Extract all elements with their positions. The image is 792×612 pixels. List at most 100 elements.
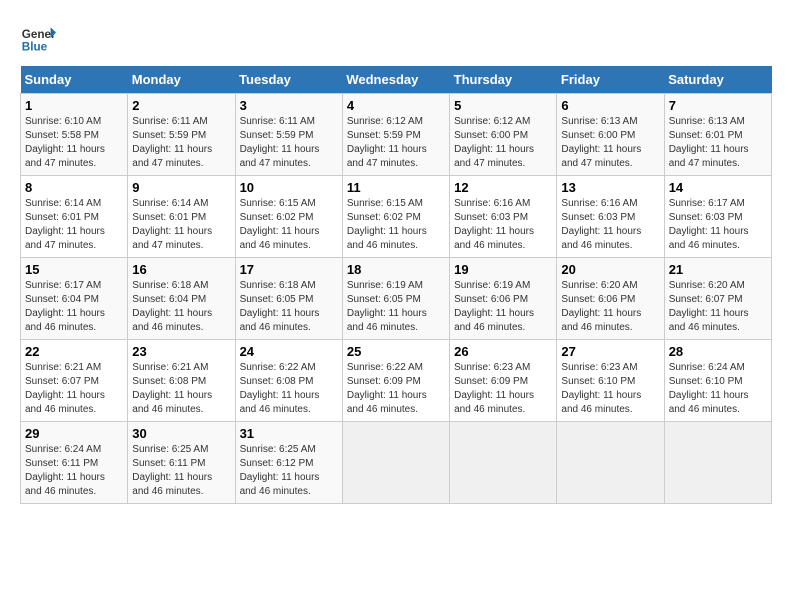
calendar-week-5: 29 Sunrise: 6:24 AMSunset: 6:11 PMDaylig… — [21, 422, 772, 504]
day-number: 24 — [240, 344, 338, 359]
calendar-cell: 11 Sunrise: 6:15 AMSunset: 6:02 PMDaylig… — [342, 176, 449, 258]
header-day-monday: Monday — [128, 66, 235, 94]
calendar-cell — [342, 422, 449, 504]
day-number: 7 — [669, 98, 767, 113]
day-info: Sunrise: 6:22 AMSunset: 6:09 PMDaylight:… — [347, 362, 427, 415]
calendar-cell: 24 Sunrise: 6:22 AMSunset: 6:08 PMDaylig… — [235, 340, 342, 422]
calendar-cell: 8 Sunrise: 6:14 AMSunset: 6:01 PMDayligh… — [21, 176, 128, 258]
day-number: 1 — [25, 98, 123, 113]
calendar-cell: 2 Sunrise: 6:11 AMSunset: 5:59 PMDayligh… — [128, 94, 235, 176]
day-info: Sunrise: 6:15 AMSunset: 6:02 PMDaylight:… — [240, 198, 320, 251]
day-number: 22 — [25, 344, 123, 359]
calendar-cell: 30 Sunrise: 6:25 AMSunset: 6:11 PMDaylig… — [128, 422, 235, 504]
calendar-cell — [450, 422, 557, 504]
day-info: Sunrise: 6:12 AMSunset: 6:00 PMDaylight:… — [454, 116, 534, 169]
day-number: 12 — [454, 180, 552, 195]
calendar-cell: 25 Sunrise: 6:22 AMSunset: 6:09 PMDaylig… — [342, 340, 449, 422]
calendar-cell — [557, 422, 664, 504]
calendar-cell: 26 Sunrise: 6:23 AMSunset: 6:09 PMDaylig… — [450, 340, 557, 422]
calendar-cell: 21 Sunrise: 6:20 AMSunset: 6:07 PMDaylig… — [664, 258, 771, 340]
day-number: 15 — [25, 262, 123, 277]
day-info: Sunrise: 6:10 AMSunset: 5:58 PMDaylight:… — [25, 116, 105, 169]
day-number: 14 — [669, 180, 767, 195]
day-info: Sunrise: 6:21 AMSunset: 6:07 PMDaylight:… — [25, 362, 105, 415]
day-number: 28 — [669, 344, 767, 359]
calendar-cell: 1 Sunrise: 6:10 AMSunset: 5:58 PMDayligh… — [21, 94, 128, 176]
day-info: Sunrise: 6:18 AMSunset: 6:05 PMDaylight:… — [240, 280, 320, 333]
day-info: Sunrise: 6:20 AMSunset: 6:07 PMDaylight:… — [669, 280, 749, 333]
day-number: 30 — [132, 426, 230, 441]
day-info: Sunrise: 6:22 AMSunset: 6:08 PMDaylight:… — [240, 362, 320, 415]
day-number: 3 — [240, 98, 338, 113]
calendar-cell: 4 Sunrise: 6:12 AMSunset: 5:59 PMDayligh… — [342, 94, 449, 176]
day-number: 26 — [454, 344, 552, 359]
calendar-cell: 27 Sunrise: 6:23 AMSunset: 6:10 PMDaylig… — [557, 340, 664, 422]
header-day-tuesday: Tuesday — [235, 66, 342, 94]
day-info: Sunrise: 6:18 AMSunset: 6:04 PMDaylight:… — [132, 280, 212, 333]
header-day-thursday: Thursday — [450, 66, 557, 94]
calendar-cell: 29 Sunrise: 6:24 AMSunset: 6:11 PMDaylig… — [21, 422, 128, 504]
day-number: 19 — [454, 262, 552, 277]
calendar-cell: 6 Sunrise: 6:13 AMSunset: 6:00 PMDayligh… — [557, 94, 664, 176]
calendar-cell: 13 Sunrise: 6:16 AMSunset: 6:03 PMDaylig… — [557, 176, 664, 258]
day-number: 8 — [25, 180, 123, 195]
day-number: 4 — [347, 98, 445, 113]
header-day-friday: Friday — [557, 66, 664, 94]
calendar-cell — [664, 422, 771, 504]
calendar-table: SundayMondayTuesdayWednesdayThursdayFrid… — [20, 66, 772, 504]
day-info: Sunrise: 6:15 AMSunset: 6:02 PMDaylight:… — [347, 198, 427, 251]
svg-text:Blue: Blue — [22, 41, 48, 54]
day-number: 10 — [240, 180, 338, 195]
day-info: Sunrise: 6:13 AMSunset: 6:00 PMDaylight:… — [561, 116, 641, 169]
calendar-week-2: 8 Sunrise: 6:14 AMSunset: 6:01 PMDayligh… — [21, 176, 772, 258]
calendar-cell: 22 Sunrise: 6:21 AMSunset: 6:07 PMDaylig… — [21, 340, 128, 422]
calendar-cell: 16 Sunrise: 6:18 AMSunset: 6:04 PMDaylig… — [128, 258, 235, 340]
calendar-cell: 19 Sunrise: 6:19 AMSunset: 6:06 PMDaylig… — [450, 258, 557, 340]
header-day-saturday: Saturday — [664, 66, 771, 94]
day-info: Sunrise: 6:23 AMSunset: 6:10 PMDaylight:… — [561, 362, 641, 415]
day-info: Sunrise: 6:16 AMSunset: 6:03 PMDaylight:… — [454, 198, 534, 251]
day-number: 13 — [561, 180, 659, 195]
calendar-cell: 14 Sunrise: 6:17 AMSunset: 6:03 PMDaylig… — [664, 176, 771, 258]
day-number: 20 — [561, 262, 659, 277]
calendar-cell: 15 Sunrise: 6:17 AMSunset: 6:04 PMDaylig… — [21, 258, 128, 340]
day-info: Sunrise: 6:23 AMSunset: 6:09 PMDaylight:… — [454, 362, 534, 415]
day-info: Sunrise: 6:16 AMSunset: 6:03 PMDaylight:… — [561, 198, 641, 251]
day-number: 6 — [561, 98, 659, 113]
day-number: 11 — [347, 180, 445, 195]
calendar-cell: 31 Sunrise: 6:25 AMSunset: 6:12 PMDaylig… — [235, 422, 342, 504]
day-info: Sunrise: 6:24 AMSunset: 6:11 PMDaylight:… — [25, 444, 105, 497]
day-info: Sunrise: 6:11 AMSunset: 5:59 PMDaylight:… — [240, 116, 320, 169]
day-number: 21 — [669, 262, 767, 277]
day-number: 29 — [25, 426, 123, 441]
page-header: General Blue — [20, 20, 772, 56]
day-info: Sunrise: 6:14 AMSunset: 6:01 PMDaylight:… — [132, 198, 212, 251]
calendar-cell: 9 Sunrise: 6:14 AMSunset: 6:01 PMDayligh… — [128, 176, 235, 258]
calendar-week-1: 1 Sunrise: 6:10 AMSunset: 5:58 PMDayligh… — [21, 94, 772, 176]
calendar-header: SundayMondayTuesdayWednesdayThursdayFrid… — [21, 66, 772, 94]
calendar-cell: 17 Sunrise: 6:18 AMSunset: 6:05 PMDaylig… — [235, 258, 342, 340]
calendar-cell: 20 Sunrise: 6:20 AMSunset: 6:06 PMDaylig… — [557, 258, 664, 340]
day-info: Sunrise: 6:25 AMSunset: 6:11 PMDaylight:… — [132, 444, 212, 497]
calendar-cell: 10 Sunrise: 6:15 AMSunset: 6:02 PMDaylig… — [235, 176, 342, 258]
calendar-cell: 28 Sunrise: 6:24 AMSunset: 6:10 PMDaylig… — [664, 340, 771, 422]
calendar-week-3: 15 Sunrise: 6:17 AMSunset: 6:04 PMDaylig… — [21, 258, 772, 340]
day-info: Sunrise: 6:21 AMSunset: 6:08 PMDaylight:… — [132, 362, 212, 415]
day-number: 27 — [561, 344, 659, 359]
header-day-wednesday: Wednesday — [342, 66, 449, 94]
day-info: Sunrise: 6:19 AMSunset: 6:05 PMDaylight:… — [347, 280, 427, 333]
calendar-week-4: 22 Sunrise: 6:21 AMSunset: 6:07 PMDaylig… — [21, 340, 772, 422]
day-number: 9 — [132, 180, 230, 195]
day-number: 31 — [240, 426, 338, 441]
day-info: Sunrise: 6:12 AMSunset: 5:59 PMDaylight:… — [347, 116, 427, 169]
day-number: 18 — [347, 262, 445, 277]
logo: General Blue — [20, 20, 56, 56]
calendar-cell: 23 Sunrise: 6:21 AMSunset: 6:08 PMDaylig… — [128, 340, 235, 422]
day-number: 2 — [132, 98, 230, 113]
day-number: 23 — [132, 344, 230, 359]
calendar-cell: 7 Sunrise: 6:13 AMSunset: 6:01 PMDayligh… — [664, 94, 771, 176]
day-number: 5 — [454, 98, 552, 113]
header-day-sunday: Sunday — [21, 66, 128, 94]
day-info: Sunrise: 6:17 AMSunset: 6:03 PMDaylight:… — [669, 198, 749, 251]
logo-icon: General Blue — [20, 20, 56, 56]
